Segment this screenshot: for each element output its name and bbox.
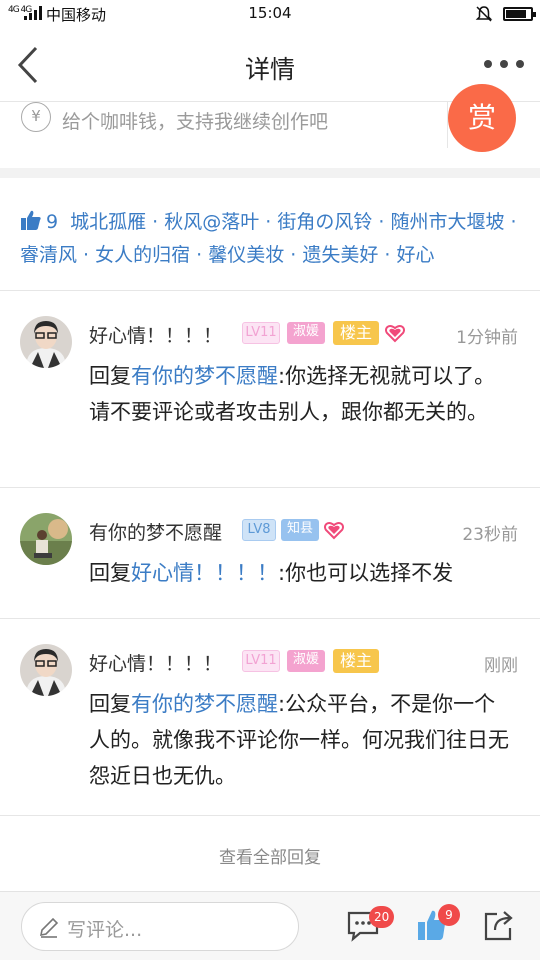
more-icon[interactable] bbox=[484, 60, 524, 70]
divider bbox=[0, 487, 540, 488]
reply-target-link[interactable]: 有你的梦不愿醒 bbox=[131, 692, 278, 716]
reward-button[interactable]: 赏 bbox=[448, 84, 516, 152]
comment-placeholder: 写评论... bbox=[67, 919, 143, 941]
comment-count-badge: 20 bbox=[369, 906, 395, 928]
title-badge: 淑媛 bbox=[287, 322, 325, 344]
reply-prefix: 回复 bbox=[89, 364, 131, 388]
comment-author[interactable]: 好心情！！！！ bbox=[89, 649, 222, 676]
status-bar: 4G 4G 中国移动 15:04 bbox=[0, 0, 540, 30]
reply-target-link[interactable]: 有你的梦不愿醒 bbox=[131, 364, 278, 388]
comment-time: 1分钟前 bbox=[456, 328, 518, 348]
reply-prefix: 回复 bbox=[89, 561, 131, 585]
share-icon[interactable] bbox=[483, 908, 515, 942]
host-badge: 楼主 bbox=[333, 321, 379, 345]
comment-time: 23秒前 bbox=[462, 525, 518, 545]
yen-icon: ¥ bbox=[21, 102, 51, 132]
bottom-action-bar: 写评论... 20 9 bbox=[0, 891, 540, 960]
comment-time: 刚刚 bbox=[484, 656, 518, 676]
comment-author[interactable]: 有你的梦不愿醒 bbox=[89, 518, 222, 545]
reply-prefix: 回复 bbox=[89, 692, 131, 716]
likes-list: 9 城北孤雁 · 秋风@落叶 · 街角の风铃 · 随州市大堰坡 · 睿清风 · 女… bbox=[20, 206, 525, 272]
battery-level bbox=[506, 10, 527, 18]
comment-input[interactable]: 写评论... bbox=[21, 902, 299, 951]
battery-icon bbox=[503, 7, 536, 21]
comment-author[interactable]: 好心情！！！！ bbox=[89, 321, 222, 348]
avatar[interactable] bbox=[20, 316, 72, 368]
pen-icon bbox=[39, 917, 59, 938]
bell-muted-icon bbox=[475, 6, 493, 22]
level-badge: LV11 bbox=[242, 650, 280, 672]
like-count-badge: 9 bbox=[438, 904, 460, 926]
title-badge: 知县 bbox=[281, 519, 319, 541]
heart-icon bbox=[385, 325, 405, 343]
comment-text: 回复好心情！！！！:你也可以选择不发 bbox=[89, 555, 509, 591]
view-all-replies-link[interactable]: 查看全部回复 bbox=[0, 843, 540, 868]
thumbs-up-icon bbox=[21, 210, 41, 230]
level-badge: LV11 bbox=[242, 322, 280, 344]
likes-count: 9 bbox=[46, 211, 59, 233]
comment-text: 回复有你的梦不愿醒:你选择无视就可以了。请不要评论或者攻击别人，跟你都无关的。 bbox=[89, 358, 509, 430]
divider bbox=[0, 290, 540, 291]
divider bbox=[0, 618, 540, 619]
status-time: 15:04 bbox=[248, 4, 292, 22]
host-badge: 楼主 bbox=[333, 649, 379, 673]
page-title: 详情 bbox=[244, 55, 295, 84]
section-separator bbox=[0, 168, 540, 178]
liked-users[interactable]: 城北孤雁 · 秋风@落叶 · 街角の风铃 · 随州市大堰坡 · 睿清风 · 女人… bbox=[20, 211, 517, 266]
comment-text: 回复有你的梦不愿醒:公众平台，不是你一个人的。就像我不评论你一样。何况我们往日无… bbox=[89, 686, 509, 794]
comment-content: :你也可以选择不发 bbox=[278, 561, 454, 585]
avatar[interactable] bbox=[20, 513, 72, 565]
heart-icon bbox=[324, 522, 344, 540]
title-badge: 淑媛 bbox=[287, 650, 325, 672]
level-badge: LV8 bbox=[242, 519, 276, 541]
reply-target-link[interactable]: 好心情！！！！ bbox=[131, 561, 278, 585]
divider bbox=[0, 815, 540, 816]
avatar[interactable] bbox=[20, 644, 72, 696]
tip-text: 给个咖啡钱，支持我继续创作吧 bbox=[62, 111, 329, 133]
